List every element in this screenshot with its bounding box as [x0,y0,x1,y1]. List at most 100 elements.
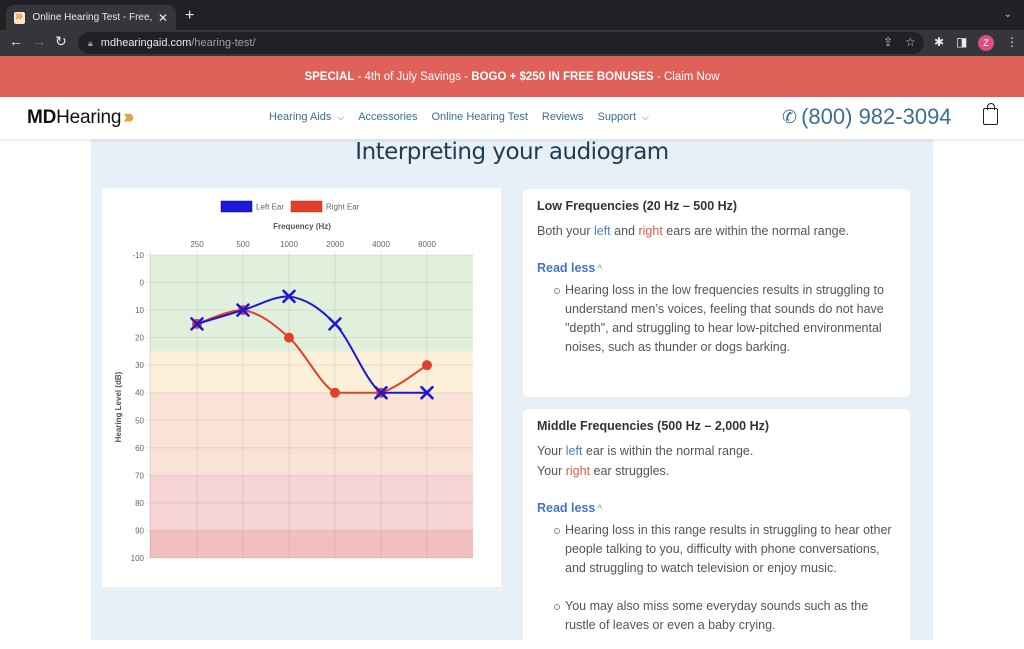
list-item: Hearing loss in this range results in st… [537,521,896,578]
x-tick-label: 4000 [372,240,390,249]
summary-text: ear is within the normal range. [582,444,754,458]
y-tick-label: 80 [135,499,144,508]
side-panel-icon[interactable]: ◨ [956,35,967,49]
list-item: Hearing loss in the low frequencies resu… [537,281,896,357]
y-tick-label: 90 [135,526,144,535]
promo-offer: BOGO + $250 IN FREE BONUSES [471,70,654,83]
promo-banner[interactable]: SPECIAL - 4th of July Savings - BOGO + $… [0,56,1024,97]
promo-special: SPECIAL [304,70,355,83]
browser-tab-bar: Online Hearing Test - Free, Instant Resu… [0,0,1024,30]
summary-text: and [610,224,639,238]
nav-support[interactable]: Support ⌵ [597,111,648,123]
card-summary: Both your left and right ears are within… [537,221,896,241]
legend-swatch [290,200,323,213]
bookmark-star-icon[interactable]: ☆ [905,35,916,49]
card-title: Middle Frequencies (500 Hz – 2,000 Hz) [537,419,770,433]
x-tick-label: 2000 [326,240,344,249]
shopping-bag-icon[interactable] [983,103,998,125]
favicon-icon [14,7,26,24]
new-tab-icon[interactable]: + [185,7,194,25]
x-axis-title: Frequency (Hz) [273,222,331,231]
y-tick-label: 10 [135,306,144,315]
url-path: /hearing-test/ [191,37,256,49]
left-ear-word: left [565,444,583,458]
card-title: Low Frequencies (20 Hz – 500 Hz) [537,199,738,213]
card-summary: Your left ear is within the normal range… [537,441,896,481]
browser-toolbar: ← → ↻ 🔒︎ mdhearingaid.com/hearing-test/ … [0,30,1024,56]
read-less-toggle[interactable]: Read less ^ [537,501,602,515]
summary-text: Your [537,444,566,458]
logo-chevrons-icon: ››› [123,107,134,128]
site-header: MDHearing ››› Hearing Aids ⌵ Accessories O… [0,97,1024,139]
list-item: You may also miss some everyday sounds s… [537,597,896,635]
chevron-down-icon: ⌵ [337,111,345,122]
summary-text: Both your [537,224,594,238]
reload-icon[interactable]: ↻ [55,33,67,50]
y-tick-label: 40 [135,389,144,398]
right-ear-word: right [638,224,663,238]
audiogram-chart-card: -10 0 10 20 30 40 50 60 70 80 90 100 250 500 1000 2000 4… [102,188,501,587]
detail-list: Hearing loss in this range results in st… [537,521,896,635]
nav-online-hearing-test[interactable]: Online Hearing Test [432,111,528,123]
more-menu-icon[interactable]: ⋮ [1006,35,1018,49]
y-tick-label: 100 [131,554,145,563]
share-icon[interactable]: ⇪ [883,35,893,49]
phone-icon: ✆ [782,106,798,127]
y-tick-label: 30 [135,361,144,370]
y-tick-label: 0 [140,279,145,288]
chevron-up-icon: ^ [597,264,603,275]
nav-label: Hearing Aids [269,111,332,123]
hearing-zone-band [150,255,473,352]
logo[interactable]: MDHearing ››› [27,107,134,129]
promo-occasion: - 4th of July Savings - [354,70,472,83]
browser-tab[interactable]: Online Hearing Test - Free, Instant Resu… [6,5,176,30]
address-bar[interactable]: 🔒︎ mdhearingaid.com/hearing-test/ ⇪ ☆ [78,32,924,54]
phone-number: (800) 982-3094 [801,104,952,129]
summary-line: Your left ear is within the normal range… [537,441,896,461]
tab-search-chevron-icon[interactable]: ⌄ [1004,9,1012,20]
phone-link[interactable]: ✆ (800) 982-3094 [782,104,952,130]
nav-accessories[interactable]: Accessories [358,111,417,123]
read-less-toggle[interactable]: Read less ^ [537,261,602,275]
x-tick-label: 1000 [280,240,298,249]
lock-icon: 🔒︎ [88,37,93,48]
nav-label: Reviews [541,111,584,123]
audiogram-section: Interpreting your audiogram -10 0 10 20 30 40… [91,139,933,649]
hearing-zone-band [150,351,473,393]
nav-reviews[interactable]: Reviews [542,111,584,123]
forward-icon[interactable]: → [32,33,46,49]
legend-swatch [220,200,253,213]
y-tick-label: 50 [135,416,144,425]
summary-line: Your right ear struggles. [537,461,896,481]
chevron-up-icon: ^ [597,504,603,515]
right-ear-point [330,387,340,398]
y-tick-label: 70 [135,471,144,480]
audiogram-chart: -10 0 10 20 30 40 50 60 70 80 90 100 250 500 1000 2000 4… [114,200,473,563]
page-title: Interpreting your audiogram [355,139,669,165]
x-tick-label: 8000 [418,240,436,249]
y-tick-label: -10 [132,251,144,260]
profile-avatar[interactable]: Z [978,35,994,51]
nav-hearing-aids[interactable]: Hearing Aids ⌵ [269,111,344,123]
right-ear-point [284,332,294,343]
legend-label: Left Ear [256,203,284,212]
extensions-icon[interactable]: ✱ [934,35,944,49]
right-ear-word: right [565,464,591,478]
hearing-zone-band [150,530,473,558]
y-axis-title: Hearing Level (dB) [114,371,123,442]
y-tick-label: 20 [135,334,144,343]
toggle-label: Read less [537,501,596,515]
middle-frequencies-card: Middle Frequencies (500 Hz – 2,000 Hz) Y… [523,409,910,649]
close-tab-icon[interactable]: ✕ [158,11,168,25]
right-ear-point [422,360,432,371]
nav-label: Accessories [358,111,418,123]
promo-cta[interactable]: - Claim Now [654,71,720,83]
legend-label: Right Ear [326,203,360,212]
toggle-label: Read less [537,261,596,275]
hearing-zone-band [150,392,473,476]
low-frequencies-card: Low Frequencies (20 Hz – 500 Hz) Both yo… [523,189,910,397]
x-tick-label: 250 [190,240,204,249]
back-icon[interactable]: ← [9,33,23,49]
url-domain: mdhearingaid.com [100,37,192,49]
summary-text: Your [537,464,566,478]
